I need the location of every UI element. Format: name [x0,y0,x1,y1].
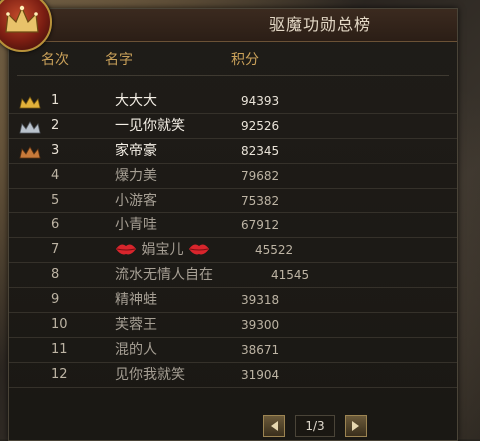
pagination: 1/3 [9,413,457,439]
rank-value: 8 [51,267,60,283]
silver-crown-icon [19,119,41,134]
rank-value: 12 [51,366,68,382]
header-rank: 名次 [41,52,69,68]
player-name: 娟宝儿 [141,242,184,259]
arrow-left-icon [271,421,278,431]
column-headers: 名次 名字 积分 [9,49,457,71]
table-row[interactable]: 2 一见你就笑 92526 [9,114,457,139]
score-value: 38671 [241,342,280,357]
table-row[interactable]: 4 爆力美 79682 [9,164,457,189]
player-name: 见你我就笑 [115,366,185,383]
bronze-crown-icon [19,144,41,159]
score-value: 41545 [271,268,310,283]
table-row[interactable]: 10 芙蓉王 39300 [9,313,457,338]
score-value: 45522 [255,243,294,258]
header-score: 积分 [231,52,259,68]
rank-value: 7 [51,242,60,258]
rank-value: 6 [51,217,60,233]
prev-page-button[interactable] [263,415,285,437]
rank-value: 5 [51,192,60,208]
table-row[interactable]: 5 小游客 75382 [9,189,457,214]
lips-icon [115,240,137,255]
table-row[interactable]: 3 家帝豪 82345 [9,139,457,164]
header-divider [17,75,449,76]
rank-value: 3 [51,142,60,158]
table-row[interactable]: 6 小青哇 67912 [9,213,457,239]
score-value: 67912 [241,218,280,233]
page-indicator: 1/3 [295,415,335,437]
player-name: 爆力美 [115,167,157,184]
rank-value: 4 [51,167,60,183]
score-value: 39300 [241,318,280,333]
arrow-right-icon [352,421,359,431]
rank-value: 2 [51,117,60,133]
table-row[interactable]: 9 精神蛙 39318 [9,288,457,314]
score-value: 79682 [241,168,280,183]
score-value: 75382 [241,193,280,208]
panel-title: 驱魔功勋总榜 [268,15,371,34]
gold-crown-icon [19,94,41,109]
ranking-list: 1 大大大 94393 2 一见你就笑 92526 3 家帝豪 82345 4 … [9,89,457,388]
title-bar: 驱魔功勋总榜 [9,9,457,42]
score-value: 39318 [241,293,280,308]
crown-icon [5,5,39,33]
table-row[interactable]: 12 见你我就笑 31904 [9,363,457,388]
player-name: 大大大 [115,93,157,109]
rank-value: 10 [51,317,68,333]
score-value: 31904 [241,367,280,382]
player-name: 一见你就笑 [115,117,185,134]
score-value: 82345 [241,143,280,158]
player-name: 家帝豪 [115,142,157,159]
leaderboard-panel: 驱魔功勋总榜 名次 名字 积分 1 大大大 94393 2 一见你就笑 9252… [8,8,458,441]
lips-icon [188,240,210,255]
player-name: 芙蓉王 [115,317,157,334]
header-name: 名字 [105,52,133,68]
rank-value: 9 [51,292,60,308]
score-value: 94393 [241,94,280,108]
rank-value: 11 [51,341,68,357]
table-row[interactable]: 7 娟宝儿 45522 [9,238,457,264]
next-page-button[interactable] [345,415,367,437]
rank-value: 1 [51,93,60,108]
table-row[interactable]: 11 混的人 38671 [9,338,457,363]
player-name: 混的人 [115,341,157,358]
player-name: 流水无情人自在 [115,267,213,284]
player-name-decorated: 娟宝儿 [115,238,210,262]
table-row[interactable]: 1 大大大 94393 [9,89,457,114]
player-name: 小青哇 [115,217,157,234]
table-row[interactable]: 8 流水无情人自在 41545 [9,263,457,289]
score-value: 92526 [241,118,280,133]
player-name: 精神蛙 [115,292,157,309]
player-name: 小游客 [115,192,157,209]
